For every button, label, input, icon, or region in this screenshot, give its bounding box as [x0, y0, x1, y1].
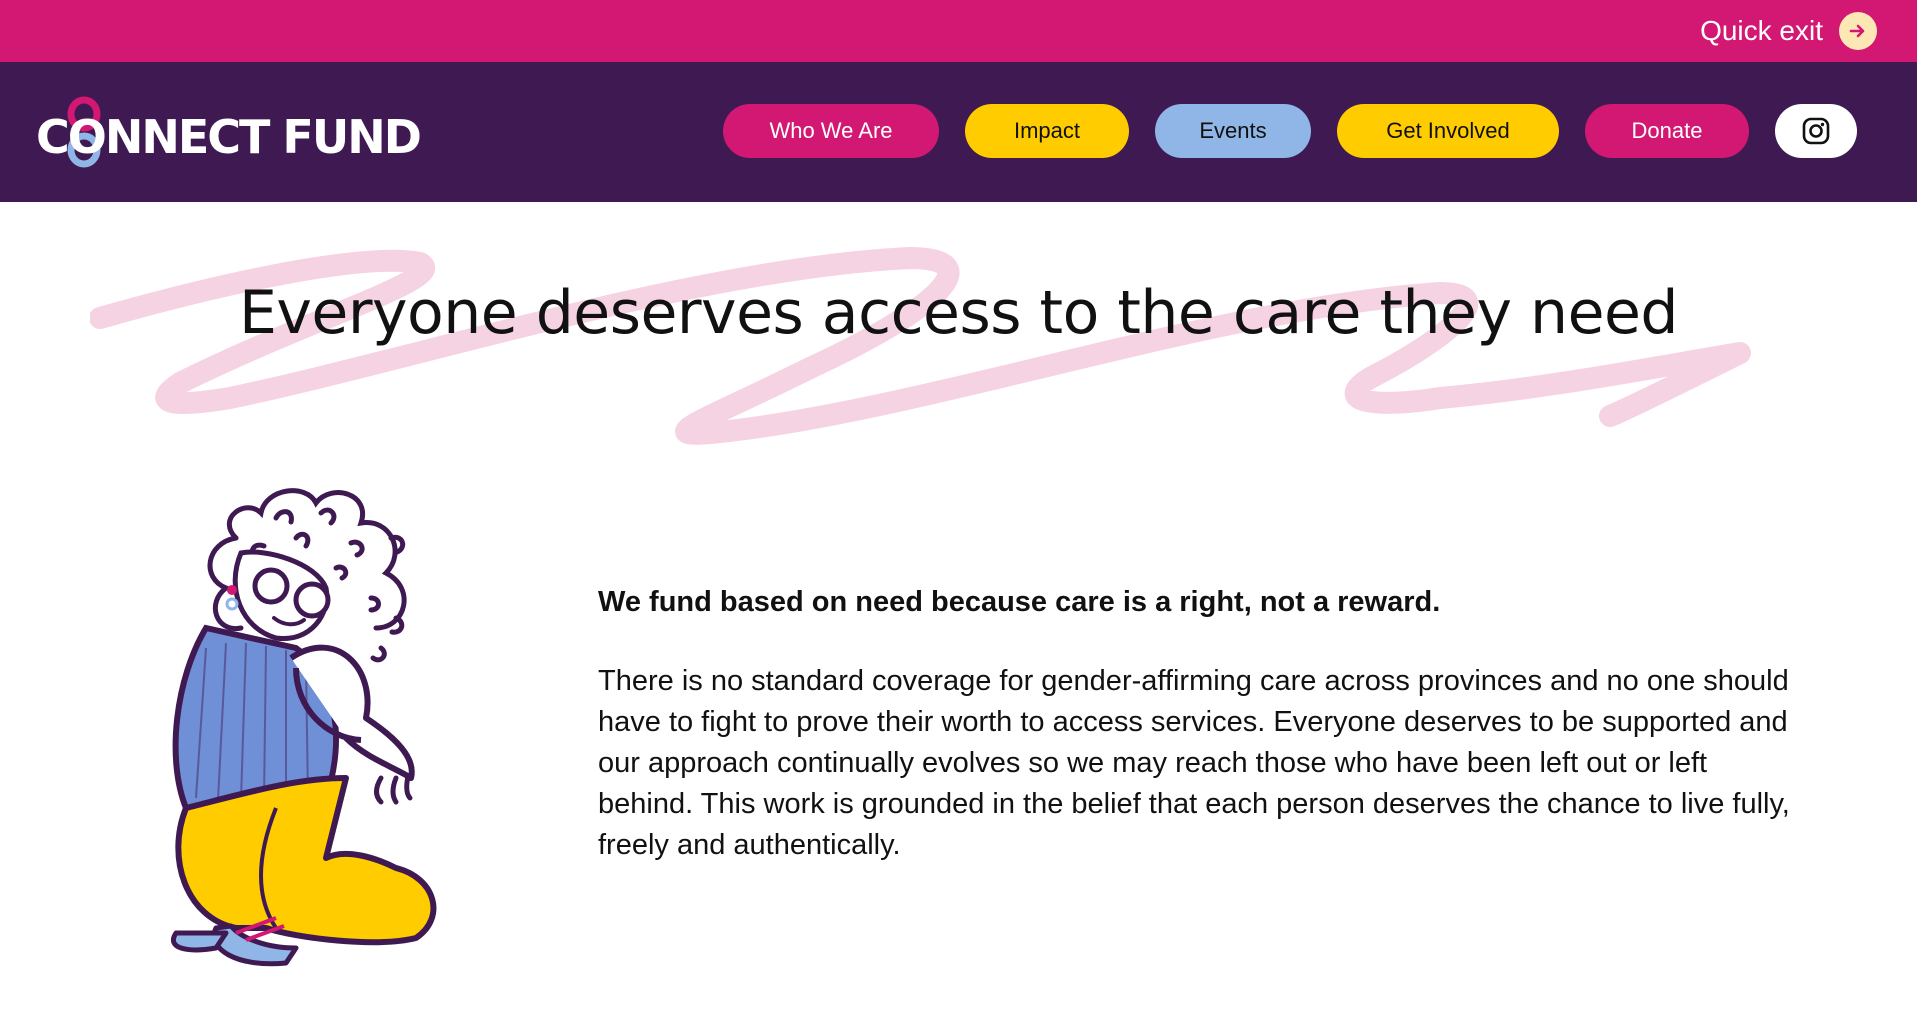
arrow-right-icon [1839, 12, 1877, 50]
quick-exit-label: Quick exit [1700, 15, 1823, 46]
quick-exit-button[interactable]: Quick exit [1700, 12, 1877, 50]
page-headline: Everyone deserves access to the care the… [238, 278, 1679, 348]
nav-get-involved[interactable]: Get Involved [1337, 104, 1559, 158]
nav-menu: Who We Are Impact Events Get Involved Do… [723, 104, 1857, 158]
top-bar: Quick exit [0, 0, 1917, 62]
main-navigation: CONNECT FUND Who We Are Impact Events Ge… [0, 62, 1917, 202]
instagram-icon [1802, 117, 1830, 145]
connect-fund-logo[interactable]: CONNECT FUND [36, 92, 422, 172]
nav-impact[interactable]: Impact [965, 104, 1129, 158]
nav-who-we-are[interactable]: Who We Are [723, 104, 939, 158]
nav-events[interactable]: Events [1155, 104, 1311, 158]
main-content: We fund based on need because care is a … [598, 586, 1798, 866]
nav-donate[interactable]: Donate [1585, 104, 1749, 158]
person-illustration [171, 488, 437, 967]
body-paragraph: There is no standard coverage for gender… [598, 665, 1790, 861]
logo-wordmark: CONNECT FUND [36, 110, 422, 164]
instagram-button[interactable] [1775, 104, 1857, 158]
lead-statement: We fund based on need because care is a … [598, 586, 1441, 618]
